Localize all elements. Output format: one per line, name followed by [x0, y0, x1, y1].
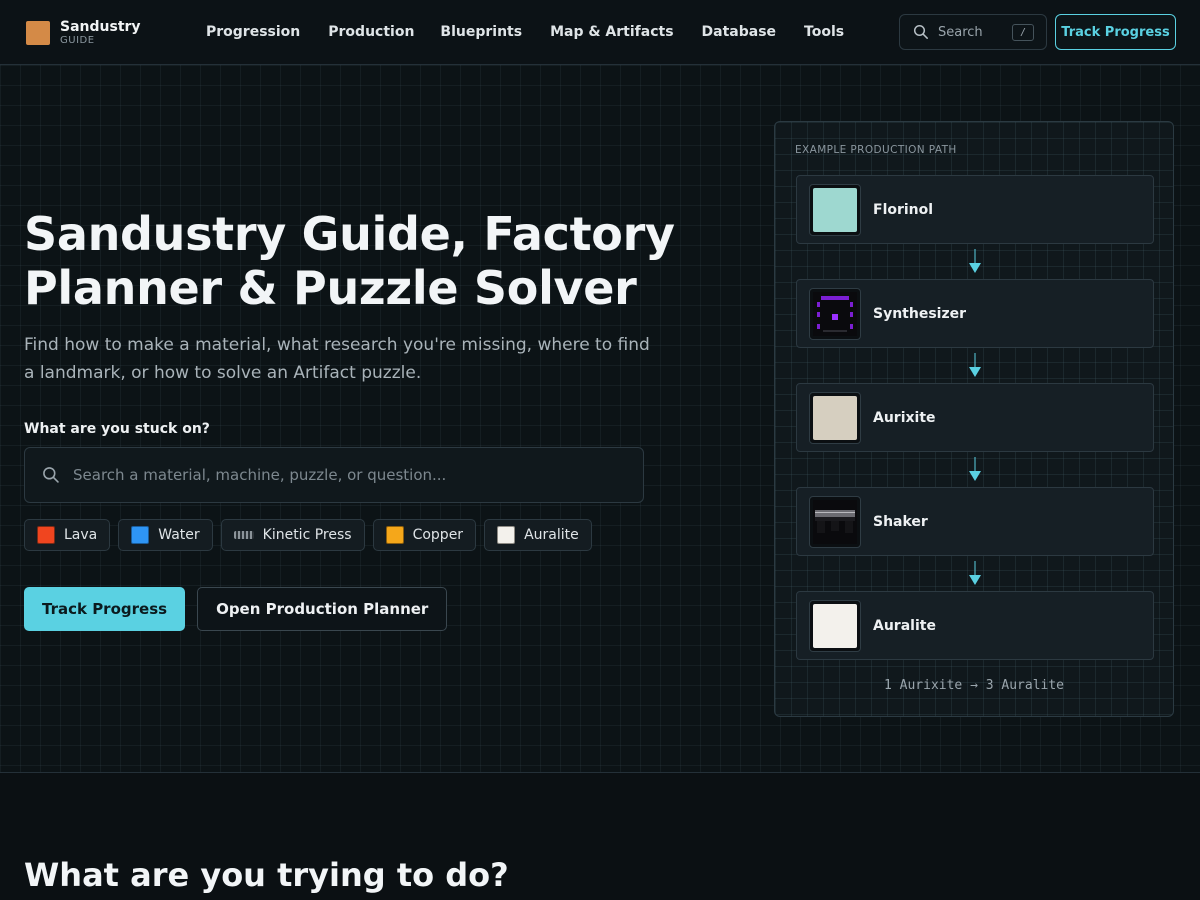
header-track-progress-button[interactable]: Track Progress	[1055, 14, 1176, 50]
site-header: Sandustry GUIDE Progression Production B…	[0, 0, 1200, 65]
water-swatch-icon	[131, 526, 150, 544]
chip-label: Kinetic Press	[262, 527, 352, 543]
search-icon	[913, 24, 928, 39]
track-progress-button[interactable]: Track Progress	[24, 587, 186, 631]
material-thumb	[809, 183, 861, 236]
header-search-button[interactable]: Search /	[899, 14, 1047, 50]
material-thumb	[809, 391, 861, 444]
search-question-label: What are you stuck on?	[24, 421, 210, 437]
arrow-down-icon	[969, 457, 981, 481]
nav-item-progression[interactable]: Progression	[206, 24, 300, 40]
step-name: Auralite	[873, 617, 936, 634]
chip-water[interactable]: Water	[118, 519, 213, 551]
production-path-panel: Example Production Path Florinol	[774, 121, 1174, 717]
panel-label: Example Production Path	[795, 144, 957, 156]
step-name: Synthesizer	[873, 305, 967, 322]
chip-kinetic-press[interactable]: Kinetic Press	[220, 519, 365, 551]
hero-subtitle: Find how to make a material, what resear…	[24, 335, 650, 383]
section-title: What are you trying to do?	[24, 856, 509, 894]
open-production-planner-button[interactable]: Open Production Planner	[197, 587, 448, 631]
main-nav: Progression Production Blueprints Map & …	[206, 24, 872, 40]
search-icon	[43, 467, 59, 483]
arrow-down-icon	[969, 249, 981, 273]
step-name: Aurixite	[873, 409, 936, 426]
hero-search-field	[24, 447, 644, 503]
path-step-synthesizer[interactable]: Synthesizer	[796, 279, 1154, 348]
chip-label: Auralite	[524, 527, 579, 543]
kinetic-press-icon	[233, 531, 254, 539]
shaker-icon	[813, 499, 857, 544]
nav-item-blueprints[interactable]: Blueprints	[440, 24, 522, 40]
logo-name: Sandustry	[60, 19, 141, 35]
path-step-florinol[interactable]: Florinol	[796, 175, 1154, 244]
aurixite-swatch-icon	[813, 395, 857, 440]
nav-item-tools[interactable]: Tools	[804, 24, 844, 40]
auralite-swatch-icon	[813, 603, 857, 648]
auralite-swatch-icon	[497, 526, 516, 544]
nav-item-production[interactable]: Production	[328, 24, 414, 40]
lava-swatch-icon	[37, 526, 55, 544]
chip-auralite[interactable]: Auralite	[484, 519, 592, 551]
material-thumb	[809, 599, 861, 652]
synthesizer-icon	[813, 291, 857, 336]
page-title: Sandustry Guide, Factory Planner & Puzzl…	[24, 207, 675, 315]
florinol-swatch-icon	[813, 187, 857, 232]
step-name: Florinol	[873, 201, 934, 218]
chip-copper[interactable]: Copper	[372, 519, 477, 551]
path-step-shaker[interactable]: Shaker	[796, 487, 1154, 556]
arrow-down-icon	[969, 353, 981, 377]
logo-mark-icon	[26, 21, 50, 45]
nav-item-map-artifacts[interactable]: Map & Artifacts	[550, 24, 673, 40]
chip-label: Copper	[412, 527, 464, 543]
path-step-auralite[interactable]: Auralite	[796, 591, 1154, 660]
logo-text: Sandustry GUIDE	[60, 20, 141, 46]
hero-section: Sandustry Guide, Factory Planner & Puzzl…	[0, 65, 1200, 773]
chip-lava[interactable]: Lava	[24, 519, 111, 551]
site-logo[interactable]: Sandustry GUIDE	[26, 20, 141, 46]
search-shortcut-key: /	[1012, 24, 1034, 41]
chip-label: Lava	[64, 527, 98, 543]
quick-search-chips: Lava Water Kinetic Press Copper Auralite	[24, 519, 600, 551]
path-step-aurixite[interactable]: Aurixite	[796, 383, 1154, 452]
arrow-down-icon	[969, 561, 981, 585]
hero-search-input[interactable]	[73, 466, 613, 484]
header-search-label: Search	[938, 24, 983, 40]
step-name: Shaker	[873, 513, 928, 530]
hero-actions: Track Progress Open Production Planner	[24, 587, 448, 631]
logo-subtitle: GUIDE	[60, 35, 95, 46]
machine-thumb	[809, 495, 861, 548]
nav-item-database[interactable]: Database	[702, 24, 777, 40]
chip-label: Water	[158, 527, 200, 543]
copper-swatch-icon	[385, 526, 404, 544]
conversion-ratio: 1 Aurixite → 3 Auralite	[883, 678, 1064, 693]
machine-thumb	[809, 287, 861, 340]
